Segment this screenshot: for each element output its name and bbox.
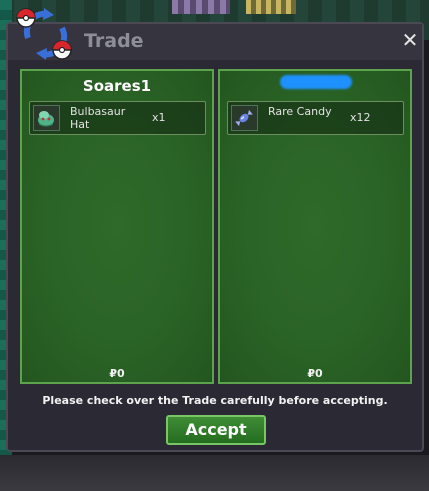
game-sprite	[172, 0, 230, 14]
item-quantity: x12	[350, 111, 371, 124]
rare-candy-icon	[231, 105, 258, 131]
partner-offer-panel: Rare Candy x12 ₽0	[218, 69, 412, 384]
game-background-bottom	[0, 455, 429, 491]
bulbasaur-hat-icon	[33, 105, 60, 131]
player-name: Soares1	[82, 77, 152, 95]
trade-window: Trade ✕ Soares1 Bulbasaur Hat x1 ₽0 Rare…	[6, 22, 424, 452]
my-offer-panel: Soares1 Bulbasaur Hat x1 ₽0	[20, 69, 214, 384]
item-name: Rare Candy	[268, 105, 332, 118]
money-amount: ₽0	[109, 367, 125, 380]
item-name: Bulbasaur Hat	[70, 105, 126, 131]
trade-item-slot[interactable]: Rare Candy x12	[227, 101, 404, 135]
accept-button[interactable]: Accept	[166, 415, 266, 445]
trade-notice: Please check over the Trade carefully be…	[42, 394, 388, 407]
close-icon[interactable]: ✕	[400, 30, 420, 50]
trade-item-slot[interactable]: Bulbasaur Hat x1	[29, 101, 206, 135]
redacted-name-scribble	[280, 75, 352, 89]
money-amount: ₽0	[307, 367, 323, 380]
pokeball-trade-icon	[14, 6, 76, 62]
window-title: Trade	[84, 30, 144, 52]
item-quantity: x1	[152, 111, 166, 124]
game-sprite	[246, 0, 296, 14]
